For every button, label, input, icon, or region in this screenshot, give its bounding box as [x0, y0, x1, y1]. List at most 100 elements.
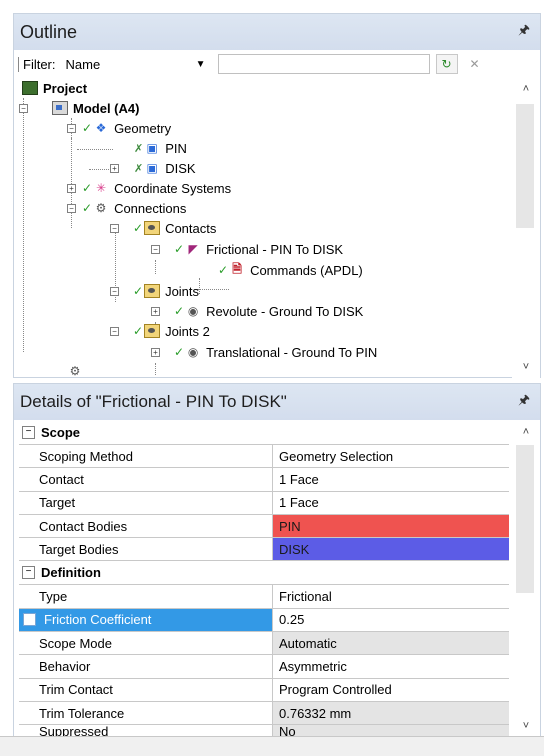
- scrollbar-thumb[interactable]: [516, 445, 534, 593]
- tree-item-label: Commands (APDL): [250, 262, 363, 278]
- check-icon: ✓: [133, 284, 144, 298]
- joints-folder-icon: [144, 284, 161, 298]
- property-row[interactable]: Type Frictional: [19, 585, 509, 609]
- scroll-down-icon[interactable]: ˅: [512, 356, 540, 378]
- pin-panel-icon[interactable]: 🖈: [518, 21, 530, 43]
- outline-title: Outline: [20, 21, 78, 42]
- tree-item-revolute[interactable]: + ✓ ◉ Revolute - Ground To DISK: [151, 301, 363, 321]
- collapse-icon[interactable]: −: [67, 203, 76, 213]
- collapse-icon[interactable]: −: [19, 103, 28, 113]
- details-header: Details of "Frictional - PIN To DISK" 🖈: [14, 384, 540, 420]
- tree-item-label: Contacts: [165, 220, 217, 236]
- property-name: Behavior: [19, 655, 273, 678]
- filter-search-input[interactable]: [217, 54, 430, 74]
- tree-item-commands[interactable]: ✓ 🗎 Commands (APDL): [218, 260, 363, 280]
- group-definition[interactable]: − Definition: [19, 561, 509, 586]
- collapse-icon[interactable]: −: [110, 223, 119, 233]
- tree-item-label: Geometry: [114, 120, 172, 136]
- details-title: Details of "Frictional - PIN To DISK": [20, 392, 287, 411]
- tree-item-joints-2[interactable]: − ✓ Joints 2: [110, 321, 210, 341]
- outline-panel: Outline 🖈 Filter: Name ▼ ↻ ✕ Project − M…: [13, 13, 541, 378]
- tree-item-coordinate-systems[interactable]: + ✓ ✳ Coordinate Systems: [67, 178, 231, 198]
- details-grid: − Scope Scoping Method Geometry Selectio…: [19, 421, 509, 740]
- property-row[interactable]: Scoping Method Geometry Selection: [19, 445, 509, 469]
- tree-item-pin[interactable]: ✗ ▣ PIN: [134, 138, 187, 158]
- group-scope[interactable]: − Scope: [19, 421, 509, 445]
- tree-item-joints[interactable]: − ✓ Joints: [110, 281, 199, 301]
- connections-icon: ⚙: [95, 201, 107, 215]
- collapse-icon[interactable]: −: [110, 286, 119, 296]
- expand-icon[interactable]: +: [110, 163, 119, 173]
- tree-item-translational[interactable]: + ✓ ◉ Translational - Ground To PIN: [151, 342, 377, 362]
- property-row[interactable]: Target 1 Face: [19, 491, 509, 515]
- tree-item-label: Project: [43, 80, 88, 96]
- expand-icon[interactable]: +: [151, 347, 160, 357]
- collapse-icon[interactable]: −: [22, 566, 35, 580]
- property-row[interactable]: Behavior Asymmetric: [19, 655, 509, 679]
- check-icon: ✓: [133, 221, 144, 235]
- friction-coefficient-value[interactable]: 0.25: [273, 609, 509, 631]
- property-value[interactable]: 0.76332 mm: [273, 701, 509, 725]
- pin-panel-icon[interactable]: 🖈: [518, 391, 530, 413]
- contact-region-icon: ◤: [188, 242, 198, 256]
- property-row-selected[interactable]: Friction Coefficient 0.25: [19, 608, 509, 633]
- collapse-icon[interactable]: −: [22, 426, 35, 439]
- clear-filter-icon[interactable]: ✕: [464, 54, 486, 74]
- tree-item-partial[interactable]: ⚙: [67, 364, 88, 378]
- tree-item-project[interactable]: Project: [22, 78, 87, 98]
- property-name: Type: [19, 585, 273, 608]
- property-name: Trim Contact: [19, 678, 273, 701]
- scroll-down-icon[interactable]: ˅: [512, 715, 540, 737]
- property-value[interactable]: Program Controlled: [273, 679, 509, 701]
- scrollbar-thumb[interactable]: [516, 104, 534, 228]
- joint-icon: ◉: [187, 345, 199, 359]
- tree-item-contacts[interactable]: − ✓ Contacts: [110, 218, 216, 238]
- property-row[interactable]: Trim Tolerance 0.76332 mm: [19, 701, 509, 726]
- outline-scrollbar[interactable]: ˄ ˅: [512, 78, 540, 378]
- property-name: Trim Tolerance: [19, 701, 273, 725]
- property-value[interactable]: Automatic: [273, 632, 509, 655]
- outline-tree: Project − Model (A4) − ✓ ❖ Geometry ✗ ▣ …: [14, 78, 512, 378]
- collapse-icon[interactable]: −: [151, 244, 160, 254]
- body-icon: ▣: [146, 161, 158, 175]
- property-value[interactable]: Geometry Selection: [273, 445, 509, 467]
- tree-item-connections[interactable]: − ✓ ⚙ Connections: [67, 198, 186, 218]
- details-scrollbar[interactable]: ˄ ˅: [512, 421, 540, 737]
- property-name: Contact: [19, 468, 273, 491]
- property-row[interactable]: Scope Mode Automatic: [19, 632, 509, 656]
- property-row[interactable]: Trim Contact Program Controlled: [19, 678, 509, 702]
- scroll-up-icon[interactable]: ˄: [512, 421, 540, 443]
- property-row[interactable]: Target Bodies DISK: [19, 538, 509, 562]
- check-icon: ✓: [82, 181, 93, 195]
- tree-item-label: Connections: [114, 200, 187, 216]
- target-bodies-value[interactable]: DISK: [273, 538, 509, 561]
- chevron-down-icon: ▼: [195, 58, 206, 70]
- status-strip: [0, 736, 544, 756]
- collapse-icon[interactable]: −: [110, 326, 119, 336]
- check-icon: ✓: [174, 304, 185, 318]
- project-icon: [22, 81, 38, 95]
- tree-item-model[interactable]: − Model (A4): [19, 98, 139, 118]
- property-row[interactable]: Contact 1 Face: [19, 468, 509, 492]
- filter-dropdown[interactable]: Name ▼: [63, 54, 212, 74]
- parameter-checkbox[interactable]: [23, 613, 36, 627]
- tree-item-geometry[interactable]: − ✓ ❖ Geometry: [67, 118, 171, 138]
- scroll-up-icon[interactable]: ˄: [512, 78, 540, 100]
- tree-item-frictional[interactable]: − ✓ ◤ Frictional - PIN To DISK: [151, 239, 343, 259]
- property-value[interactable]: Frictional: [273, 585, 509, 607]
- refresh-icon[interactable]: ↻: [435, 54, 458, 74]
- property-name: Scope Mode: [19, 632, 273, 655]
- check-icon: ✓: [82, 121, 93, 135]
- collapse-icon[interactable]: −: [67, 123, 76, 133]
- property-value[interactable]: Asymmetric: [273, 655, 509, 677]
- geometry-icon: ❖: [95, 121, 107, 135]
- tree-item-label: Joints: [165, 283, 200, 299]
- expand-icon[interactable]: +: [151, 306, 160, 316]
- property-value[interactable]: 1 Face: [273, 492, 509, 514]
- expand-icon[interactable]: +: [67, 183, 76, 193]
- contact-bodies-value[interactable]: PIN: [273, 514, 509, 538]
- property-row[interactable]: Contact Bodies PIN: [19, 514, 509, 539]
- friction-coefficient-name[interactable]: Friction Coefficient: [19, 608, 273, 632]
- property-value[interactable]: 1 Face: [273, 468, 509, 490]
- tree-item-disk[interactable]: + ✗ ▣ DISK: [110, 158, 196, 178]
